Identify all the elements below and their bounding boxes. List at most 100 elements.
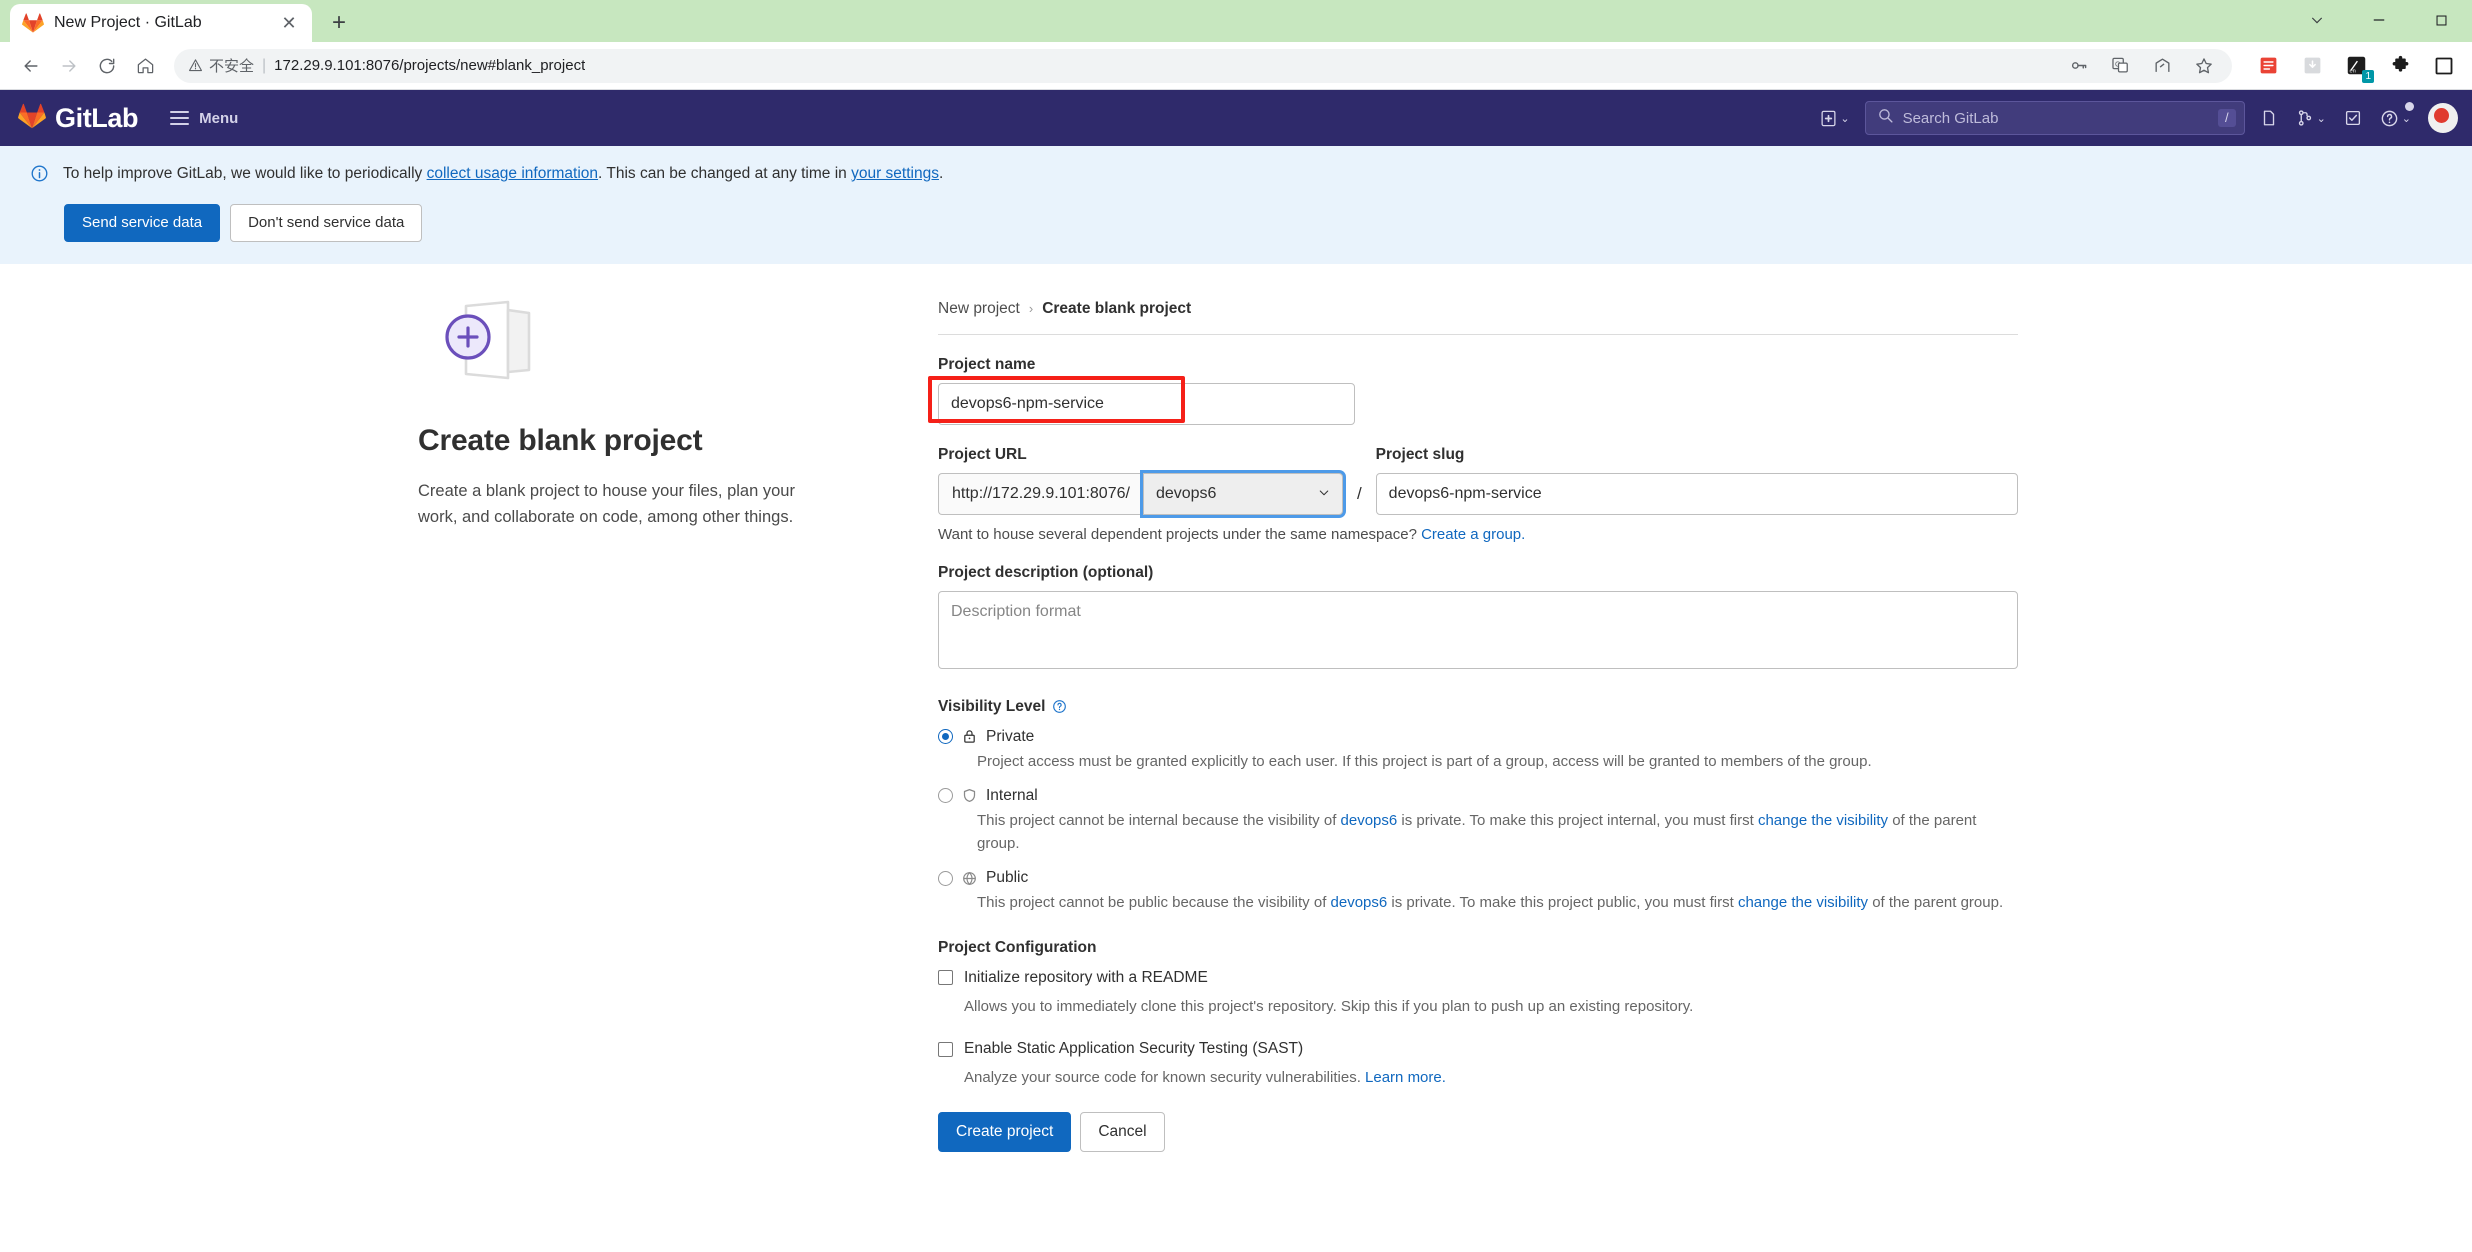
send-service-data-button[interactable]: Send service data [64, 204, 221, 242]
public-change-visibility-link[interactable]: change the visibility [1738, 894, 1868, 911]
project-name-label: Project name [938, 355, 1036, 373]
visibility-radio-private[interactable] [938, 729, 953, 744]
main-menu-button[interactable]: Menu [170, 110, 238, 127]
config-option-readme[interactable]: Initialize repository with a README Allo… [938, 969, 2018, 1019]
todos-icon[interactable] [2335, 100, 2371, 136]
visibility-option-public[interactable]: Public This project cannot be public bec… [938, 869, 2018, 914]
initialize-readme-description: Allows you to immediately clone this pro… [964, 997, 1694, 1015]
internal-change-visibility-link[interactable]: change the visibility [1758, 812, 1888, 829]
visibility-level-heading: Visibility Level [938, 698, 2018, 716]
gitlab-home-link[interactable]: GitLab [18, 102, 139, 135]
back-icon[interactable] [14, 49, 48, 83]
public-namespace-link[interactable]: devops6 [1331, 894, 1388, 911]
search-placeholder: Search GitLab [1902, 109, 1999, 127]
banner-text-3: . [938, 165, 944, 182]
config-option-sast[interactable]: Enable Static Application Security Testi… [938, 1040, 2018, 1090]
close-icon[interactable]: ✕ [278, 12, 300, 34]
visibility-option-internal[interactable]: Internal This project cannot be internal… [938, 787, 2018, 856]
hamburger-icon [170, 111, 190, 125]
extension-download-icon[interactable] [2298, 52, 2326, 80]
insecure-warning: 不安全 [188, 55, 254, 76]
namespace-select[interactable]: devops6 [1142, 472, 1343, 515]
initialize-readme-checkbox[interactable] [938, 970, 953, 985]
profile-avatar-icon[interactable] [2430, 52, 2458, 80]
address-bar-url: 172.29.9.101:8076/projects/new#blank_pro… [274, 57, 586, 74]
extensions-puzzle-icon[interactable] [2386, 52, 2414, 80]
enable-sast-description: Analyze your source code for known secur… [964, 1067, 2018, 1090]
banner-text-1: To help improve GitLab, we would like to… [63, 165, 427, 182]
cancel-button[interactable]: Cancel [1080, 1111, 1165, 1152]
project-configuration-heading: Project Configuration [938, 939, 2018, 957]
internal-desc-2: is private. To make this project interna… [1397, 811, 1758, 829]
globe-icon [962, 871, 977, 886]
internal-namespace-link[interactable]: devops6 [1341, 812, 1398, 829]
help-icon[interactable]: ⌄ [2371, 100, 2420, 136]
namespace-select-wrapper: devops6 [1142, 472, 1343, 515]
create-project-button[interactable]: Create project [938, 1111, 1072, 1152]
breadcrumb-current: Create blank project [1042, 299, 1192, 317]
project-slug-input[interactable] [1375, 472, 2018, 515]
sast-learn-more-link[interactable]: Learn more. [1365, 1069, 1446, 1086]
public-desc-3: of the parent group. [1868, 894, 2004, 912]
visibility-title-internal: Internal [986, 786, 1038, 804]
home-icon[interactable] [128, 49, 162, 83]
project-url-prefix: http://172.29.9.101:8076/ [938, 472, 1143, 515]
breadcrumb-new-project[interactable]: New project [938, 300, 1020, 318]
window-minimize-button[interactable] [2348, 0, 2410, 40]
project-url-label: Project URL [938, 445, 1027, 463]
browser-tabstrip: New Project · GitLab ✕ + [0, 0, 2472, 42]
navbar-right-actions: ⌄ Search GitLab / ⌄ ⌄ [1811, 100, 2458, 136]
banner-text: To help improve GitLab, we would like to… [63, 163, 943, 185]
issues-icon[interactable] [2251, 100, 2287, 136]
sast-desc-text: Analyze your source code for known secur… [964, 1069, 1366, 1086]
enable-sast-checkbox[interactable] [938, 1041, 953, 1057]
share-icon[interactable] [2148, 52, 2176, 80]
search-input[interactable]: Search GitLab / [1864, 101, 2245, 135]
translate-icon[interactable]: G [2106, 52, 2134, 80]
your-settings-link[interactable]: your settings [851, 165, 939, 182]
address-bar[interactable]: 不安全 | 172.29.9.101:8076/projects/new#bla… [174, 48, 2232, 83]
visibility-level-label: Visibility Level [938, 697, 1046, 715]
url-slash-separator: / [1356, 483, 1362, 503]
collect-usage-information-link[interactable]: collect usage information [427, 165, 598, 182]
new-project-form: New project › Create blank project Proje… [878, 300, 2298, 1152]
public-desc-2: is private. To make this project public,… [1387, 894, 1738, 912]
window-controls [2286, 0, 2472, 40]
password-key-icon[interactable] [2064, 52, 2092, 80]
insecure-warning-label: 不安全 [209, 58, 255, 75]
visibility-radio-internal[interactable] [938, 788, 953, 804]
bookmark-star-icon[interactable] [2190, 52, 2218, 80]
dont-send-service-data-button[interactable]: Don't send service data [230, 204, 423, 242]
visibility-radio-public[interactable] [938, 870, 953, 886]
forward-icon[interactable] [52, 49, 86, 83]
shield-icon [962, 788, 977, 803]
visibility-option-private[interactable]: Private Project access must be granted e… [938, 728, 2018, 773]
new-tab-button[interactable]: + [320, 4, 358, 42]
namespace-hint: Want to house several dependent projects… [938, 526, 2018, 543]
project-name-input[interactable] [938, 382, 1355, 425]
merge-requests-icon[interactable]: ⌄ [2287, 100, 2335, 136]
browser-tab[interactable]: New Project · GitLab ✕ [10, 4, 312, 42]
extension-notes-icon[interactable] [2254, 52, 2282, 80]
project-description-textarea[interactable] [938, 590, 2018, 669]
banner-text-2: . This can be changed at any time in [598, 165, 852, 182]
usage-data-banner: To help improve GitLab, we would like to… [0, 146, 2472, 264]
window-maximize-button[interactable] [2410, 0, 2472, 40]
initialize-readme-label: Initialize repository with a README [964, 968, 1208, 986]
project-slug-label: Project slug [1375, 445, 1465, 463]
reload-icon[interactable] [90, 49, 124, 83]
blank-project-intro: Create blank project Create a blank proj… [0, 300, 878, 1152]
page-description: Create a blank project to house your fil… [418, 481, 795, 527]
project-configuration-label: Project Configuration [938, 938, 1097, 956]
extension-badge-count: 1 [2362, 69, 2374, 83]
form-actions: Create project Cancel [938, 1111, 2018, 1152]
tab-search-chevron-icon[interactable] [2286, 0, 2348, 40]
new-item-plus-button[interactable]: ⌄ [1811, 100, 1858, 136]
create-a-group-link[interactable]: Create a group. [1421, 526, 1525, 543]
help-circle-icon[interactable] [1052, 699, 1067, 714]
browser-tab-title: New Project · GitLab [54, 14, 202, 31]
breadcrumb: New project › Create blank project [938, 300, 2018, 335]
user-avatar[interactable] [2428, 103, 2458, 133]
chevron-down-icon: ⌄ [1840, 112, 1850, 125]
extension-translate-badge-icon[interactable]: en 1 [2342, 52, 2374, 83]
